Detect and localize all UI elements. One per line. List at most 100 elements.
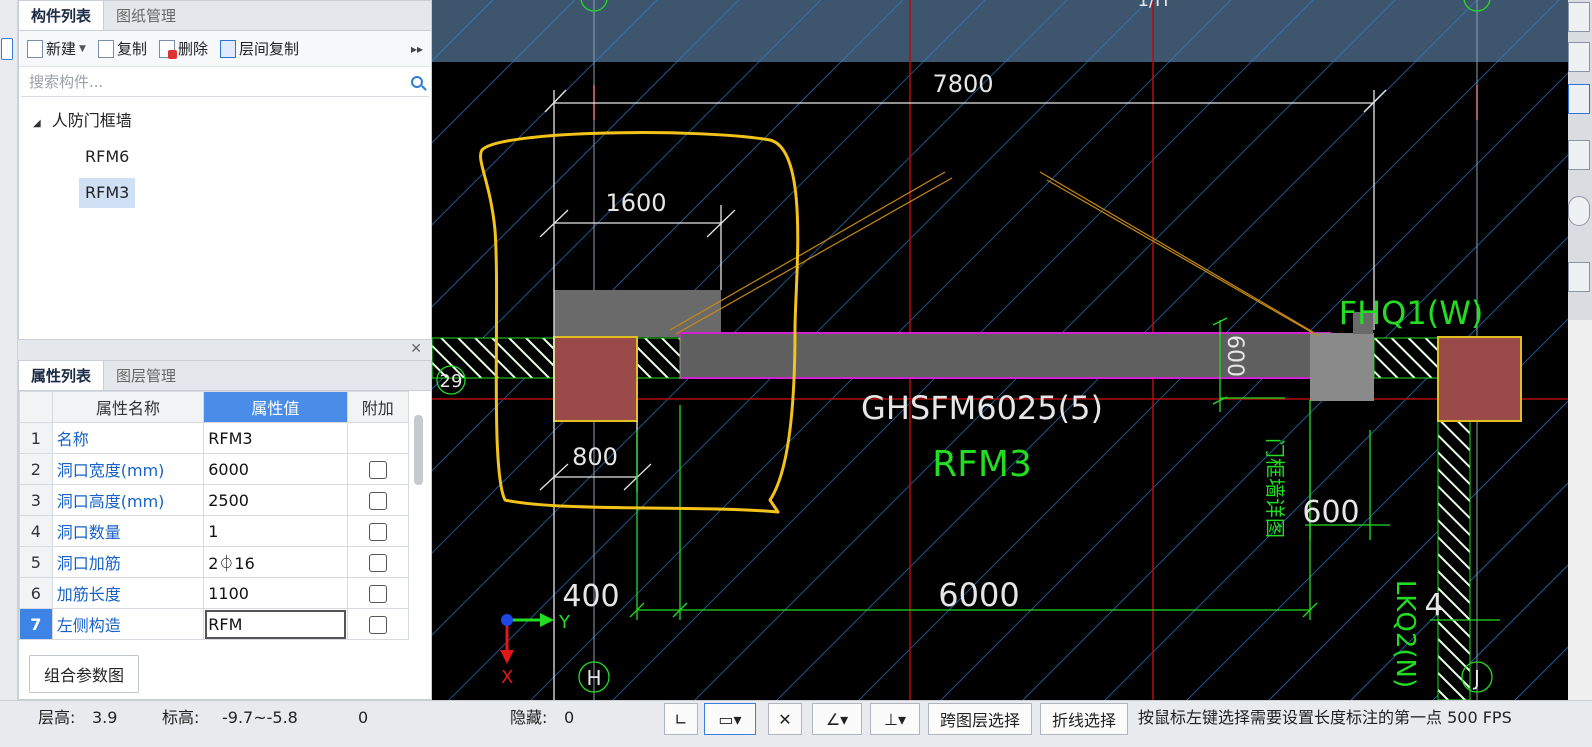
axis-top-mid-text: 1/H	[1137, 0, 1168, 11]
door-name-text: RFM3	[932, 444, 1032, 485]
property-value-editor[interactable]: RFM	[203, 608, 348, 640]
dim-600-vertical-text: 600	[1222, 335, 1247, 377]
tree-node-rfm6[interactable]: RFM6	[19, 139, 431, 175]
right-toolstrip	[1568, 0, 1592, 320]
copy-label: 复制	[116, 40, 147, 58]
component-tabbar: 构件列表 图纸管理	[19, 1, 431, 31]
combo-param-button[interactable]: 组合参数图	[29, 655, 140, 693]
hidden-label: 隐藏:	[510, 708, 548, 727]
tab-drawing-management[interactable]: 图纸管理	[104, 1, 188, 30]
header-property-value: 属性值	[203, 391, 348, 423]
row-number: 2	[19, 453, 53, 485]
cad-canvas[interactable]: 7800 1600 800 400 6000 600 600 GHSFM6025…	[432, 0, 1568, 700]
view-box-icon[interactable]	[1568, 140, 1590, 170]
property-value[interactable]: 1100	[203, 577, 348, 609]
extra-cell	[346, 515, 410, 547]
select-box-icon[interactable]: ▭▾	[704, 703, 756, 735]
floor-copy-icon	[219, 39, 236, 58]
property-value[interactable]: 2500	[203, 484, 348, 516]
layout-icon[interactable]	[1, 38, 13, 60]
hidden-value: 0	[564, 708, 575, 727]
property-value[interactable]: 1	[203, 515, 348, 547]
angle-snap-icon[interactable]: ∠▾	[812, 703, 862, 735]
tree-node-root[interactable]: ◢ 人防门框墙	[19, 103, 431, 139]
property-name: 洞口加筋	[51, 546, 205, 578]
panel-divider: ✕	[18, 340, 432, 360]
view-list-icon[interactable]	[1568, 262, 1590, 292]
offset-snap-icon[interactable]: ⊥▾	[870, 703, 920, 735]
extra-checkbox[interactable]	[368, 553, 387, 572]
tab-property-list[interactable]: 属性列表	[19, 361, 105, 390]
floor-copy-label: 层间复制	[238, 40, 299, 58]
elevation-label: 标高:	[162, 708, 200, 727]
delete-button[interactable]: 删除	[158, 38, 208, 59]
search-icon[interactable]	[411, 75, 423, 88]
expand-triangle-icon[interactable]: ◢	[33, 118, 41, 129]
row-number: 7	[19, 608, 53, 640]
tree-node-rfm3[interactable]: RFM3	[19, 175, 431, 211]
property-value[interactable]: RFM3	[203, 422, 348, 454]
table-row[interactable]: 2 洞口宽度(mm) 6000	[19, 453, 410, 485]
hatched-wall	[636, 337, 681, 379]
view-3d-icon[interactable]	[1568, 42, 1590, 72]
extra-checkbox[interactable]	[368, 615, 387, 634]
property-value[interactable]: 2⏀16	[203, 546, 348, 578]
cross-select-icon[interactable]: ✕	[768, 703, 802, 735]
extra-checkbox[interactable]	[368, 584, 387, 603]
cad-drawing: 7800 1600 800 400 6000 600 600 GHSFM6025…	[432, 0, 1568, 700]
property-name: 左侧构造	[51, 608, 205, 640]
dim-7800-text: 7800	[932, 70, 993, 98]
view-plan-icon[interactable]	[1568, 84, 1590, 114]
table-row[interactable]: 4 洞口数量 1	[19, 515, 410, 547]
property-panel: 属性列表 图层管理 属性名称 属性值 附加 1 名称 RFM3 2 洞口宽度(m…	[18, 360, 432, 700]
extra-cell	[346, 484, 410, 516]
property-name: 加筋长度	[51, 577, 205, 609]
cross-layer-select-button[interactable]: 跨图层选择	[928, 703, 1032, 735]
column	[1437, 336, 1522, 422]
view-orbit-icon[interactable]	[1568, 196, 1590, 226]
status-bar: 层高: 3.9 标高: -9.7~-5.8 0 隐藏: 0 ∟ ▭▾ ✕ ∠▾ …	[0, 700, 1592, 747]
dim-800-text: 800	[572, 443, 618, 471]
wall-label-text: FHQ1(W)	[1339, 294, 1484, 332]
view-tool-icon[interactable]	[1568, 2, 1590, 32]
table-row[interactable]: 5 洞口加筋 2⏀16	[19, 546, 410, 578]
left-strip	[0, 0, 18, 700]
table-row[interactable]: 3 洞口高度(mm) 2500	[19, 484, 410, 516]
dim-600-text: 600	[1302, 495, 1359, 530]
search-input[interactable]	[27, 71, 411, 92]
new-button[interactable]: 新建 ▼	[27, 38, 86, 59]
hatched-wall	[1373, 337, 1439, 379]
lk-label-text: LKQ2(N)	[1390, 580, 1420, 688]
dim-1600-text: 1600	[605, 189, 666, 217]
elevation-value: -9.7~-5.8	[222, 708, 298, 727]
axis-h-text: H	[586, 666, 601, 690]
copy-button[interactable]: 复制	[97, 38, 147, 59]
close-icon[interactable]: ✕	[410, 341, 422, 357]
chevron-down-icon[interactable]: ▼	[79, 44, 86, 54]
tab-layer-management[interactable]: 图层管理	[104, 361, 188, 390]
property-value[interactable]: 6000	[203, 453, 348, 485]
floor-copy-button[interactable]: 层间复制	[219, 38, 299, 59]
polyline-select-button[interactable]: 折线选择	[1040, 703, 1128, 735]
ortho-mode-icon[interactable]: ∟	[664, 703, 698, 735]
dim-400-text: 400	[562, 579, 619, 614]
tab-component-list[interactable]: 构件列表	[19, 1, 105, 30]
property-scrollbar[interactable]	[414, 415, 423, 485]
wall-block	[1310, 333, 1374, 401]
property-name: 洞口数量	[51, 515, 205, 547]
extra-checkbox[interactable]	[368, 460, 387, 479]
property-tabbar: 属性列表 图层管理	[19, 361, 431, 391]
more-tools-icon[interactable]: ▸▸	[411, 42, 423, 56]
table-row[interactable]: 7 左侧构造 RFM	[19, 608, 410, 640]
status-zero: 0	[358, 708, 369, 727]
tree-root-label: 人防门框墙	[51, 111, 132, 130]
status-hint: 按鼠标左键选择需要设置长度标注的第一点 500 FPS	[1138, 708, 1512, 727]
table-row[interactable]: 1 名称 RFM3	[19, 422, 410, 454]
floor-height-value: 3.9	[92, 708, 118, 727]
partial-dimension-text: 4	[1424, 588, 1443, 623]
table-row[interactable]: 6 加筋长度 1100	[19, 577, 410, 609]
header-index	[19, 391, 53, 423]
extra-checkbox[interactable]	[368, 491, 387, 510]
delete-label: 删除	[177, 40, 208, 58]
extra-checkbox[interactable]	[368, 522, 387, 541]
